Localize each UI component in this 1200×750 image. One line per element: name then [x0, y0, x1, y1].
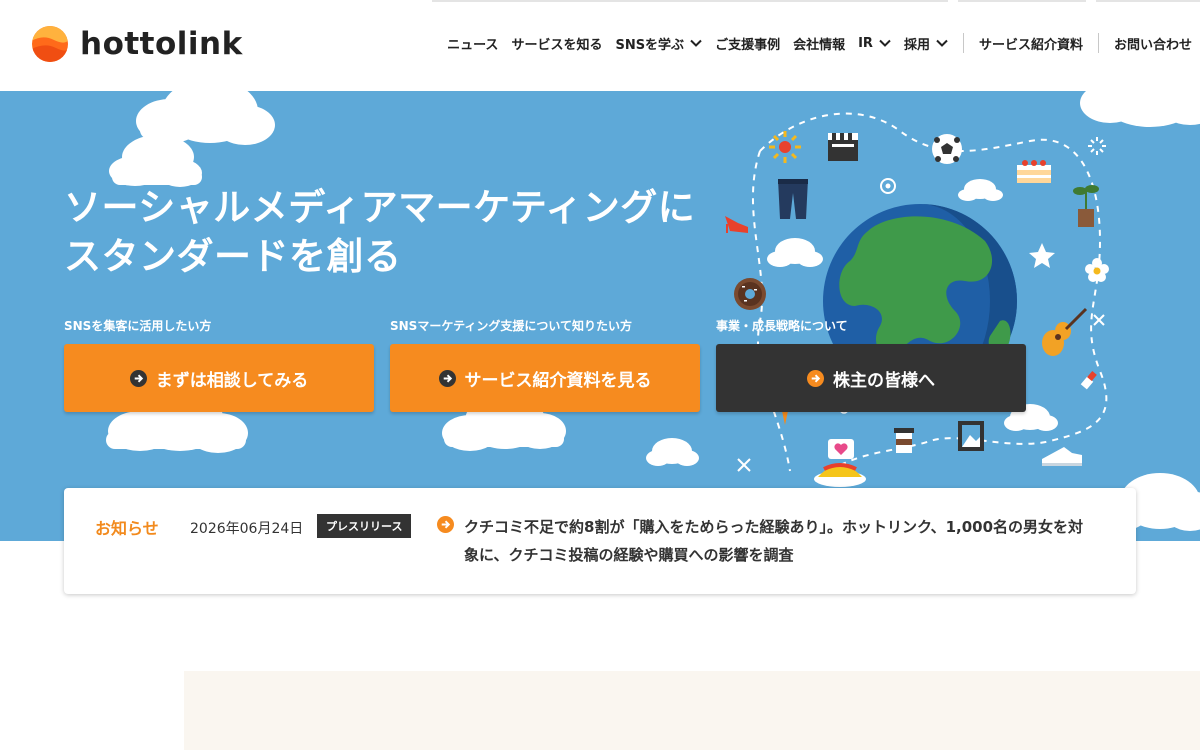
guitar-icon — [1042, 307, 1088, 356]
chevron-down-icon — [879, 39, 891, 47]
nav-divider — [1097, 33, 1099, 53]
firework-icon — [1088, 137, 1106, 155]
cta-caption-consult: SNSを集客に活用したい方 — [64, 319, 212, 333]
view-materials-button-label: サービス紹介資料を見る — [464, 370, 652, 391]
shareholders-button[interactable]: 株主の皆様へ — [716, 344, 1026, 412]
site-logo[interactable]: hottolink — [30, 22, 243, 66]
nav-item-label: ご支援事例 — [715, 37, 781, 53]
nav-item-ir[interactable]: IR — [858, 36, 891, 51]
cloud-icon — [767, 238, 823, 267]
picture-frame-icon — [958, 421, 984, 451]
sun-icon — [769, 131, 801, 163]
nav-item-label: サービスを知る — [511, 37, 603, 53]
nav-item-label: サービス紹介資料 — [978, 37, 1083, 53]
site-header: hottolink ニュース サービスを知る SNSを学ぶ ご支援事例 会社情報… — [0, 0, 1200, 91]
hero-illustration — [106, 91, 1200, 531]
nav-item-label: 採用 — [903, 37, 930, 53]
cloud-shapes — [106, 91, 1200, 531]
view-materials-button[interactable]: サービス紹介資料を見る — [390, 344, 700, 412]
shareholders-button-label: 株主の皆様へ — [833, 370, 935, 391]
nav-item-cases[interactable]: ご支援事例 — [715, 34, 780, 53]
cta-caption-materials: SNSマーケティング支援について知りたい方 — [390, 319, 633, 333]
consult-button-label: まずは相談してみる — [155, 370, 309, 391]
arrow-circle-icon — [807, 369, 824, 387]
nav-item-news[interactable]: ニュース — [447, 34, 498, 53]
arrow-circle-icon — [438, 369, 456, 387]
header-top-line — [432, 0, 948, 2]
cloud-icon — [646, 438, 699, 466]
hero-section: ソーシャルメディアマーケティングに スタンダードを創る SNSを集客に活用したい… — [0, 91, 1200, 541]
hero-title-line: スタンダードを創る — [64, 235, 402, 278]
news-title-line: 象に、クチコミ投稿の経験や購買への影響を調査 — [464, 546, 794, 564]
logo-mark-icon — [32, 26, 68, 62]
news-date: 2026年06月24日 — [190, 521, 304, 537]
cloud-icon — [1080, 91, 1200, 127]
news-card: お知らせ 2026年06月24日 プレスリリース クチコミ不足で約8割が「購入を… — [64, 488, 1136, 594]
nav-item-label: SNSを学ぶ — [615, 37, 685, 53]
nav-item-label: お問い合わせ — [1113, 37, 1192, 53]
plant-icon — [1073, 185, 1099, 227]
carrot-icon — [782, 411, 788, 425]
soccer-ball-icon — [932, 134, 962, 164]
consult-button[interactable]: まずは相談してみる — [64, 344, 374, 412]
cloud-icon — [109, 135, 202, 187]
news-title-line: クチコミ不足で約8割が「購入をためらった経験あり」。ホットリンク、1,000名の… — [464, 518, 1084, 536]
logo-text: hottolink — [80, 26, 243, 62]
star-icon — [1029, 243, 1055, 268]
cta-caption-ir: 事業・成長戦略について — [716, 319, 848, 333]
sparkle-icon — [737, 458, 751, 472]
jeans-icon — [778, 179, 808, 219]
header-top-line — [958, 0, 1086, 2]
global-nav: ニュース サービスを知る SNSを学ぶ ご支援事例 会社情報 IR 採用 サービ… — [434, 31, 1192, 55]
content-section-background — [184, 671, 1200, 750]
heart-bubble-icon — [828, 439, 854, 459]
omurice-icon — [814, 463, 866, 487]
donut-icon — [734, 278, 766, 310]
chevron-down-icon — [936, 39, 948, 47]
nav-item-recruit[interactable]: 採用 — [904, 34, 948, 53]
news-category-badge: プレスリリース — [317, 514, 412, 538]
arrow-circle-icon — [437, 516, 454, 533]
nav-item-services[interactable]: サービスを知る — [511, 34, 602, 53]
clapperboard-icon — [828, 133, 858, 161]
lipstick-icon — [1080, 371, 1097, 390]
cloud-icon — [136, 91, 275, 145]
hero-title: ソーシャルメディアマーケティングに スタンダードを創る — [64, 183, 695, 281]
hero-title-line: ソーシャルメディアマーケティングに — [64, 186, 696, 229]
nav-item-company[interactable]: 会社情報 — [793, 34, 845, 53]
sparkle-icon — [1093, 314, 1105, 326]
flower-icon — [1085, 258, 1109, 282]
arrow-circle-icon — [129, 369, 147, 387]
nav-item-learn-sns[interactable]: SNSを学ぶ — [615, 34, 702, 53]
nav-item-contact[interactable]: お問い合わせ — [1114, 34, 1192, 53]
target-icon — [880, 178, 896, 194]
nav-item-label: ニュース — [447, 37, 499, 53]
cloud-icon — [958, 179, 1003, 201]
nav-item-materials[interactable]: サービス紹介資料 — [979, 34, 1083, 53]
coffee-cup-icon — [894, 428, 914, 453]
news-heading: お知らせ — [95, 519, 159, 538]
high-heel-icon — [725, 216, 748, 233]
nav-item-label: 会社情報 — [793, 37, 846, 53]
nav-divider — [962, 33, 964, 53]
cake-icon — [1017, 160, 1051, 183]
sneaker-icon — [1042, 447, 1082, 466]
news-title-link[interactable]: クチコミ不足で約8割が「購入をためらった経験あり」。ホットリンク、1,000名の… — [464, 513, 1114, 569]
nav-item-label: IR — [858, 35, 873, 51]
header-top-line — [1096, 0, 1200, 2]
chevron-down-icon — [690, 39, 702, 47]
